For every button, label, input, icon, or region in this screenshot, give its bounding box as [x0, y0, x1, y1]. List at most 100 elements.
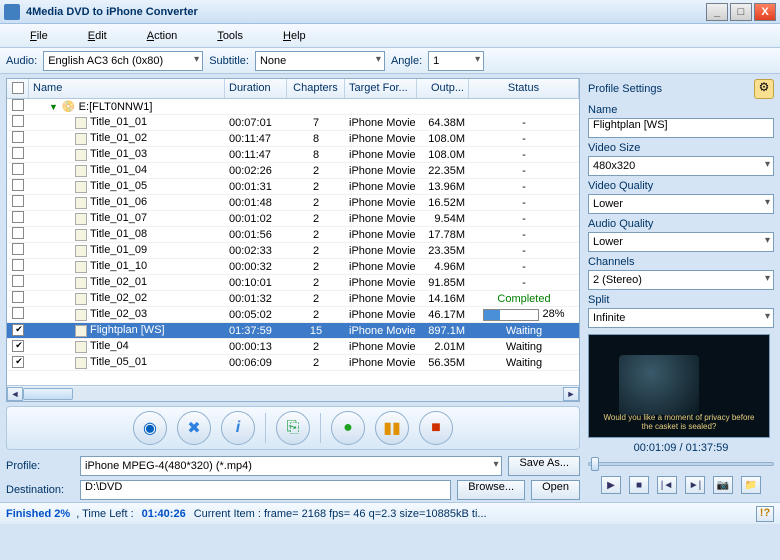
row-checkbox[interactable]	[12, 163, 24, 175]
minimize-button[interactable]: _	[706, 3, 728, 21]
row-checkbox[interactable]	[12, 243, 24, 255]
gear-icon[interactable]: ⚙	[754, 79, 774, 99]
table-body[interactable]: ▼📀 E:[FLT0NNW1]Title_01_0100:07:017iPhon…	[7, 99, 579, 385]
table-row[interactable]: Title_02_0200:01:322iPhone Movie14.16MCo…	[7, 291, 579, 307]
scroll-thumb[interactable]	[23, 388, 73, 400]
row-checkbox[interactable]	[12, 195, 24, 207]
menu-edit[interactable]: Edit	[68, 26, 127, 46]
table-row[interactable]: Title_01_0900:02:332iPhone Movie23.35M-	[7, 243, 579, 259]
profile-combo[interactable]: iPhone MPEG-4(480*320) (*.mp4)	[80, 456, 502, 476]
menu-file[interactable]: File	[10, 26, 68, 46]
col-name[interactable]: Name	[29, 79, 225, 98]
scroll-left-icon[interactable]: ◄	[7, 387, 23, 401]
row-checkbox[interactable]	[12, 115, 24, 127]
table-row[interactable]: Title_01_1000:00:322iPhone Movie4.96M-	[7, 259, 579, 275]
table-row[interactable]: Title_01_0700:01:022iPhone Movie9.54M-	[7, 211, 579, 227]
disc-row[interactable]: ▼📀 E:[FLT0NNW1]	[7, 99, 579, 115]
table-row[interactable]: Title_01_0200:11:478iPhone Movie108.0M-	[7, 131, 579, 147]
col-check[interactable]	[7, 79, 29, 98]
subtitle-combo[interactable]: None	[255, 51, 385, 71]
col-duration[interactable]: Duration	[225, 79, 287, 98]
table-row[interactable]: Title_02_0100:10:012iPhone Movie91.85M-	[7, 275, 579, 291]
menu-action[interactable]: Action	[127, 26, 198, 46]
folder-button[interactable]: 📁	[741, 476, 761, 494]
row-checkbox[interactable]	[12, 307, 24, 319]
video-preview[interactable]: Would you like a moment of privacy befor…	[588, 334, 770, 438]
file-icon	[75, 197, 87, 209]
browse-button[interactable]: Browse...	[457, 480, 525, 500]
audio-combo[interactable]: English AC3 6ch (0x80)	[43, 51, 203, 71]
file-icon	[75, 325, 87, 337]
close-button[interactable]: X	[754, 3, 776, 21]
menu-help[interactable]: Help	[263, 26, 326, 46]
next-button[interactable]: ►|	[685, 476, 705, 494]
col-target[interactable]: Target For...	[345, 79, 417, 98]
file-icon	[75, 261, 87, 273]
col-output[interactable]: Outp...	[417, 79, 469, 98]
ps-vqual-combo[interactable]: Lower	[588, 194, 774, 214]
prev-button[interactable]: |◄	[657, 476, 677, 494]
expand-icon[interactable]: ▼	[49, 102, 58, 112]
start-button[interactable]: ●	[331, 411, 365, 445]
snapshot-button[interactable]: 📷	[713, 476, 733, 494]
destination-input[interactable]: D:\DVD	[80, 480, 451, 500]
play-button[interactable]: ▶	[601, 476, 621, 494]
destination-label: Destination:	[6, 484, 74, 496]
table-row[interactable]: Flightplan [WS]01:37:5915iPhone Movie897…	[7, 323, 579, 339]
save-as-button[interactable]: Save As...	[508, 456, 580, 476]
file-icon	[75, 149, 87, 161]
table-row[interactable]: Title_01_0300:11:478iPhone Movie108.0M-	[7, 147, 579, 163]
row-checkbox[interactable]	[12, 291, 24, 303]
alert-icon[interactable]: !?	[756, 506, 774, 522]
table-row[interactable]: Title_01_0600:01:482iPhone Movie16.52M-	[7, 195, 579, 211]
table-row[interactable]: Title_01_0800:01:562iPhone Movie17.78M-	[7, 227, 579, 243]
col-status[interactable]: Status	[469, 79, 579, 98]
row-checkbox[interactable]	[12, 147, 24, 159]
open-button[interactable]: Open	[531, 480, 580, 500]
ps-chan-combo[interactable]: 2 (Stereo)	[588, 270, 774, 290]
stop-button[interactable]: ■	[419, 411, 453, 445]
table-row[interactable]: Title_01_0100:07:017iPhone Movie64.38M-	[7, 115, 579, 131]
player-stop-button[interactable]: ■	[629, 476, 649, 494]
ps-split-combo[interactable]: Infinite	[588, 308, 774, 328]
audio-label: Audio:	[6, 55, 37, 67]
angle-label: Angle:	[391, 55, 422, 67]
preview-subtitle: Would you like a moment of privacy befor…	[599, 413, 759, 431]
status-finished: Finished 2%	[6, 508, 70, 520]
av-toolbar: Audio: English AC3 6ch (0x80) Subtitle: …	[0, 48, 780, 74]
table-row[interactable]: Title_0400:00:132iPhone Movie2.01MWaitin…	[7, 339, 579, 355]
file-icon	[75, 309, 87, 321]
preview-time: 00:01:09 / 01:37:59	[588, 442, 774, 454]
info-button[interactable]: i	[221, 411, 255, 445]
ps-vsize-label: Video Size	[588, 142, 774, 154]
table-row[interactable]: Title_02_0300:05:022iPhone Movie46.17M 2…	[7, 307, 579, 323]
row-checkbox[interactable]	[12, 211, 24, 223]
ps-vsize-combo[interactable]: 480x320	[588, 156, 774, 176]
add-file-button[interactable]: ⎘	[276, 411, 310, 445]
row-checkbox[interactable]	[12, 259, 24, 271]
scroll-right-icon[interactable]: ►	[563, 387, 579, 401]
ps-name-input[interactable]: Flightplan [WS]	[588, 118, 774, 138]
row-checkbox[interactable]	[12, 275, 24, 287]
angle-combo[interactable]: 1	[428, 51, 484, 71]
maximize-button[interactable]: □	[730, 3, 752, 21]
seek-slider[interactable]	[588, 456, 774, 472]
table-row[interactable]: Title_05_0100:06:092iPhone Movie56.35MWa…	[7, 355, 579, 371]
status-current: Current Item : frame= 2168 fps= 46 q=2.3…	[194, 508, 487, 520]
row-checkbox[interactable]	[12, 356, 24, 368]
row-checkbox[interactable]	[12, 340, 24, 352]
menu-tools[interactable]: Tools	[197, 26, 263, 46]
row-checkbox[interactable]	[12, 227, 24, 239]
row-checkbox[interactable]	[12, 179, 24, 191]
row-checkbox[interactable]	[12, 131, 24, 143]
h-scrollbar[interactable]: ◄ ►	[7, 385, 579, 401]
ps-aqual-combo[interactable]: Lower	[588, 232, 774, 252]
table-row[interactable]: Title_01_0500:01:312iPhone Movie13.96M-	[7, 179, 579, 195]
pause-button[interactable]: ▮▮	[375, 411, 409, 445]
record-button[interactable]: ◉	[133, 411, 167, 445]
table-row[interactable]: Title_01_0400:02:262iPhone Movie22.35M-	[7, 163, 579, 179]
table-header: Name Duration Chapters Target For... Out…	[7, 79, 579, 99]
row-checkbox[interactable]	[12, 324, 24, 336]
col-chapters[interactable]: Chapters	[287, 79, 345, 98]
delete-button[interactable]: ✖	[177, 411, 211, 445]
